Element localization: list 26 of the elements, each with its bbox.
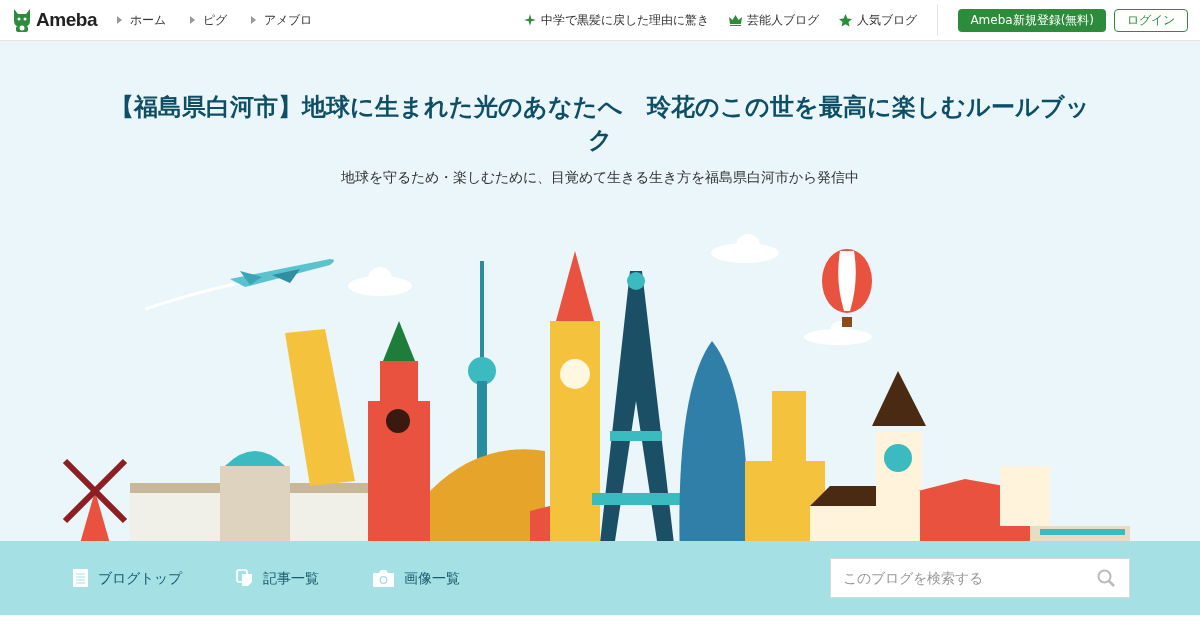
promo-link[interactable]: 中学で黒髪に戻した理由に驚き xyxy=(524,11,710,29)
sparkle-icon xyxy=(524,14,537,26)
promo-link[interactable]: 人気ブログ xyxy=(839,11,918,29)
blog-title[interactable]: 【福島県白河市】地球に生まれた光のあなたへ 玲花のこの世を最高に楽しむルールブック xyxy=(105,91,1095,157)
triangle-icon xyxy=(190,16,195,24)
blog-nav-link[interactable]: 記事一覧 xyxy=(236,567,319,589)
camera-icon xyxy=(373,569,394,587)
pages-icon xyxy=(236,569,253,587)
cloud-drawing xyxy=(804,321,872,345)
mascot-logo-icon[interactable] xyxy=(12,7,32,33)
triangle-icon xyxy=(117,16,122,24)
blog-search-field[interactable]: このブログを検索する xyxy=(830,558,1130,598)
blog-nav-link[interactable]: 画像一覧 xyxy=(373,567,460,589)
signup-button[interactable]: Ameba新規登録(無料) xyxy=(958,8,1106,32)
login-button[interactable]: ログイン xyxy=(1114,8,1188,32)
nav-link[interactable]: ピグ xyxy=(190,11,227,29)
star-icon xyxy=(839,13,853,27)
crown-icon xyxy=(729,14,743,26)
logo-text[interactable]: Ameba xyxy=(36,5,97,35)
blog-description: 地球を守るため・楽しむために、目覚めて生きる生き方を福島県白河市から発信中 xyxy=(341,168,859,187)
blog-nav-link[interactable]: ブログトップ xyxy=(73,567,182,589)
nav-link[interactable]: アメブロ xyxy=(251,11,312,29)
document-icon xyxy=(73,569,88,587)
promo-link[interactable]: 芸能人ブログ xyxy=(729,11,820,29)
triangle-icon xyxy=(251,16,256,24)
nav-link[interactable]: ホーム xyxy=(117,11,166,29)
